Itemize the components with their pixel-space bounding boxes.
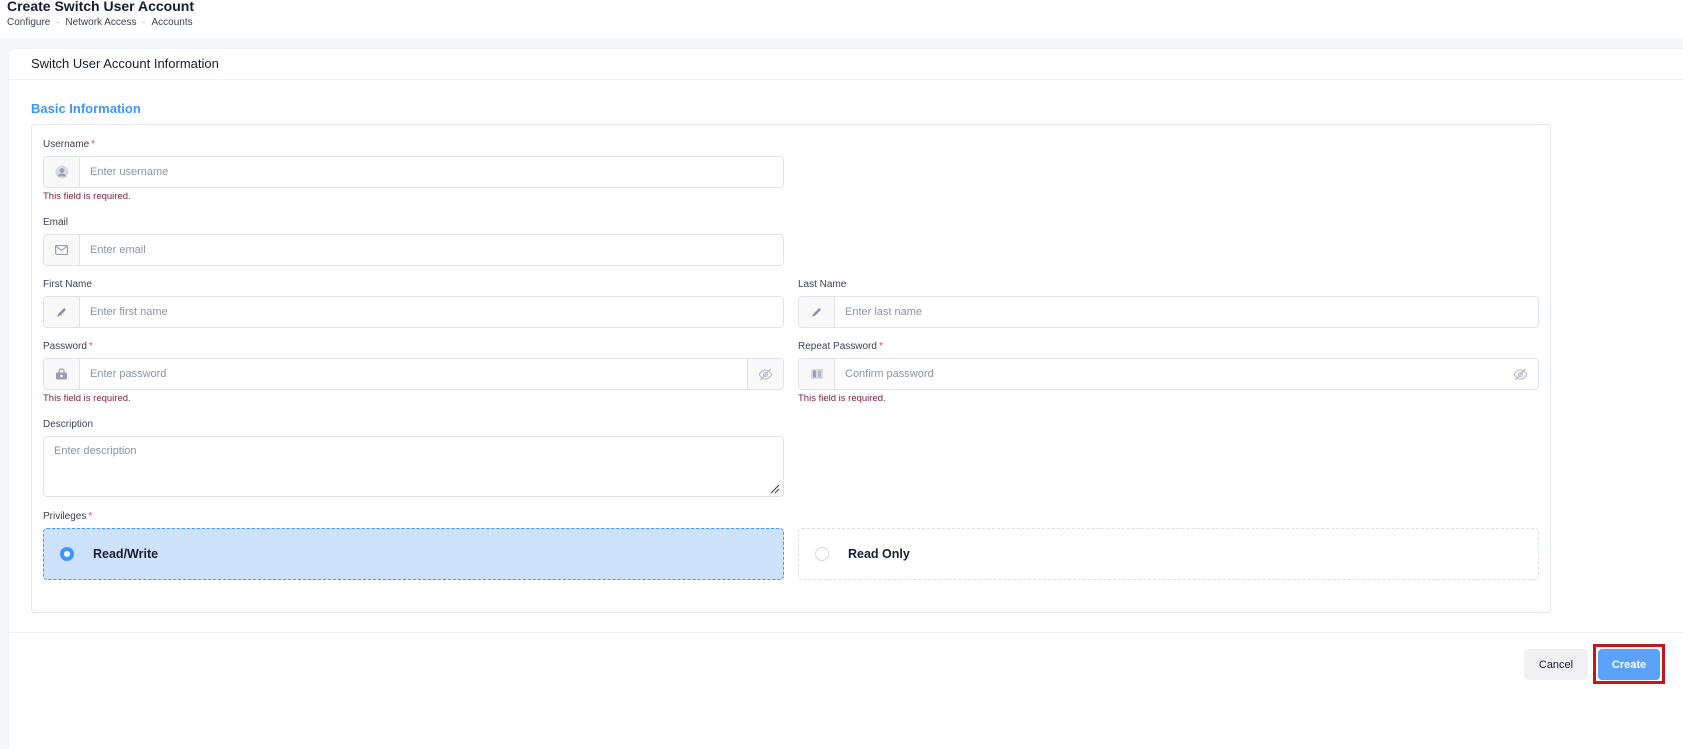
password-label: Password * <box>43 341 93 353</box>
repeat-password-label: Repeat Password * <box>798 341 883 353</box>
account-card: Switch User Account Information Basic In… <box>8 48 1683 749</box>
required-mark: * <box>91 139 96 150</box>
eye-slash-icon[interactable] <box>747 359 783 389</box>
password-error: This field is required. <box>43 393 131 404</box>
lock-icon <box>44 359 80 389</box>
card-title: Switch User Account Information <box>31 56 219 71</box>
first-name-field <box>43 296 784 328</box>
username-label: Username * <box>43 139 95 151</box>
breadcrumb: Configure - Network Access - Accounts <box>7 16 193 29</box>
privileges-label-text: Privileges <box>43 511 87 522</box>
breadcrumb-separator: - <box>142 17 146 27</box>
breadcrumb-item-configure[interactable]: Configure <box>7 16 50 29</box>
envelope-icon <box>44 235 80 265</box>
first-name-label: First Name <box>43 279 92 290</box>
page-header: Create Switch User Account Configure - N… <box>0 0 1683 38</box>
eye-slash-icon[interactable] <box>1502 359 1538 389</box>
email-label: Email <box>43 217 69 228</box>
privilege-option-label: Read Only <box>848 547 910 561</box>
password-input[interactable] <box>80 359 747 389</box>
user-avatar-icon <box>44 157 80 187</box>
first-name-input[interactable] <box>80 297 783 327</box>
last-name-input[interactable] <box>835 297 1538 327</box>
repeat-password-field <box>798 358 1539 390</box>
create-button-highlight: Create <box>1593 644 1665 684</box>
description-textarea[interactable] <box>43 436 784 497</box>
email-field <box>43 234 784 266</box>
radio-selected-icon[interactable] <box>60 547 74 561</box>
breadcrumb-separator: - <box>56 17 60 27</box>
repeat-password-error: This field is required. <box>798 393 886 404</box>
last-name-field <box>798 296 1539 328</box>
section-title: Basic Information <box>31 101 141 116</box>
last-name-label: Last Name <box>798 279 847 290</box>
privileges-label: Privileges * <box>43 511 92 523</box>
repeat-password-label-text: Repeat Password <box>798 341 877 352</box>
repeat-password-input[interactable] <box>835 359 1502 389</box>
card-header: Switch User Account Information <box>9 49 1683 80</box>
breadcrumb-item-network-access[interactable]: Network Access <box>65 16 136 29</box>
password-check-icon <box>799 359 835 389</box>
username-label-text: Username <box>43 139 90 150</box>
create-button[interactable]: Create <box>1598 649 1660 680</box>
cancel-button[interactable]: Cancel <box>1524 649 1588 680</box>
basic-information-form: Username* This field is required. Email <box>31 124 1551 613</box>
radio-unselected-icon[interactable] <box>815 547 829 561</box>
breadcrumb-item-accounts[interactable]: Accounts <box>152 16 193 29</box>
page-title: Create Switch User Account <box>7 0 194 14</box>
privilege-option-label: Read/Write <box>93 547 159 561</box>
resize-handle-icon[interactable] <box>770 484 780 494</box>
username-field <box>43 156 784 188</box>
required-mark: * <box>88 341 93 352</box>
pencil-icon <box>799 297 835 327</box>
password-label-text: Password <box>43 341 87 352</box>
description-label: Description <box>43 419 94 430</box>
username-error: This field is required. <box>43 191 131 202</box>
required-mark: * <box>88 511 93 522</box>
required-mark: * <box>878 341 883 352</box>
username-input[interactable] <box>80 157 783 187</box>
email-input[interactable] <box>80 235 783 265</box>
pencil-icon <box>44 297 80 327</box>
footer-divider <box>9 632 1683 633</box>
privilege-option-read-write[interactable]: Read/Write <box>43 528 784 580</box>
privilege-option-read-only[interactable]: Read Only <box>798 528 1539 580</box>
password-field <box>43 358 784 390</box>
